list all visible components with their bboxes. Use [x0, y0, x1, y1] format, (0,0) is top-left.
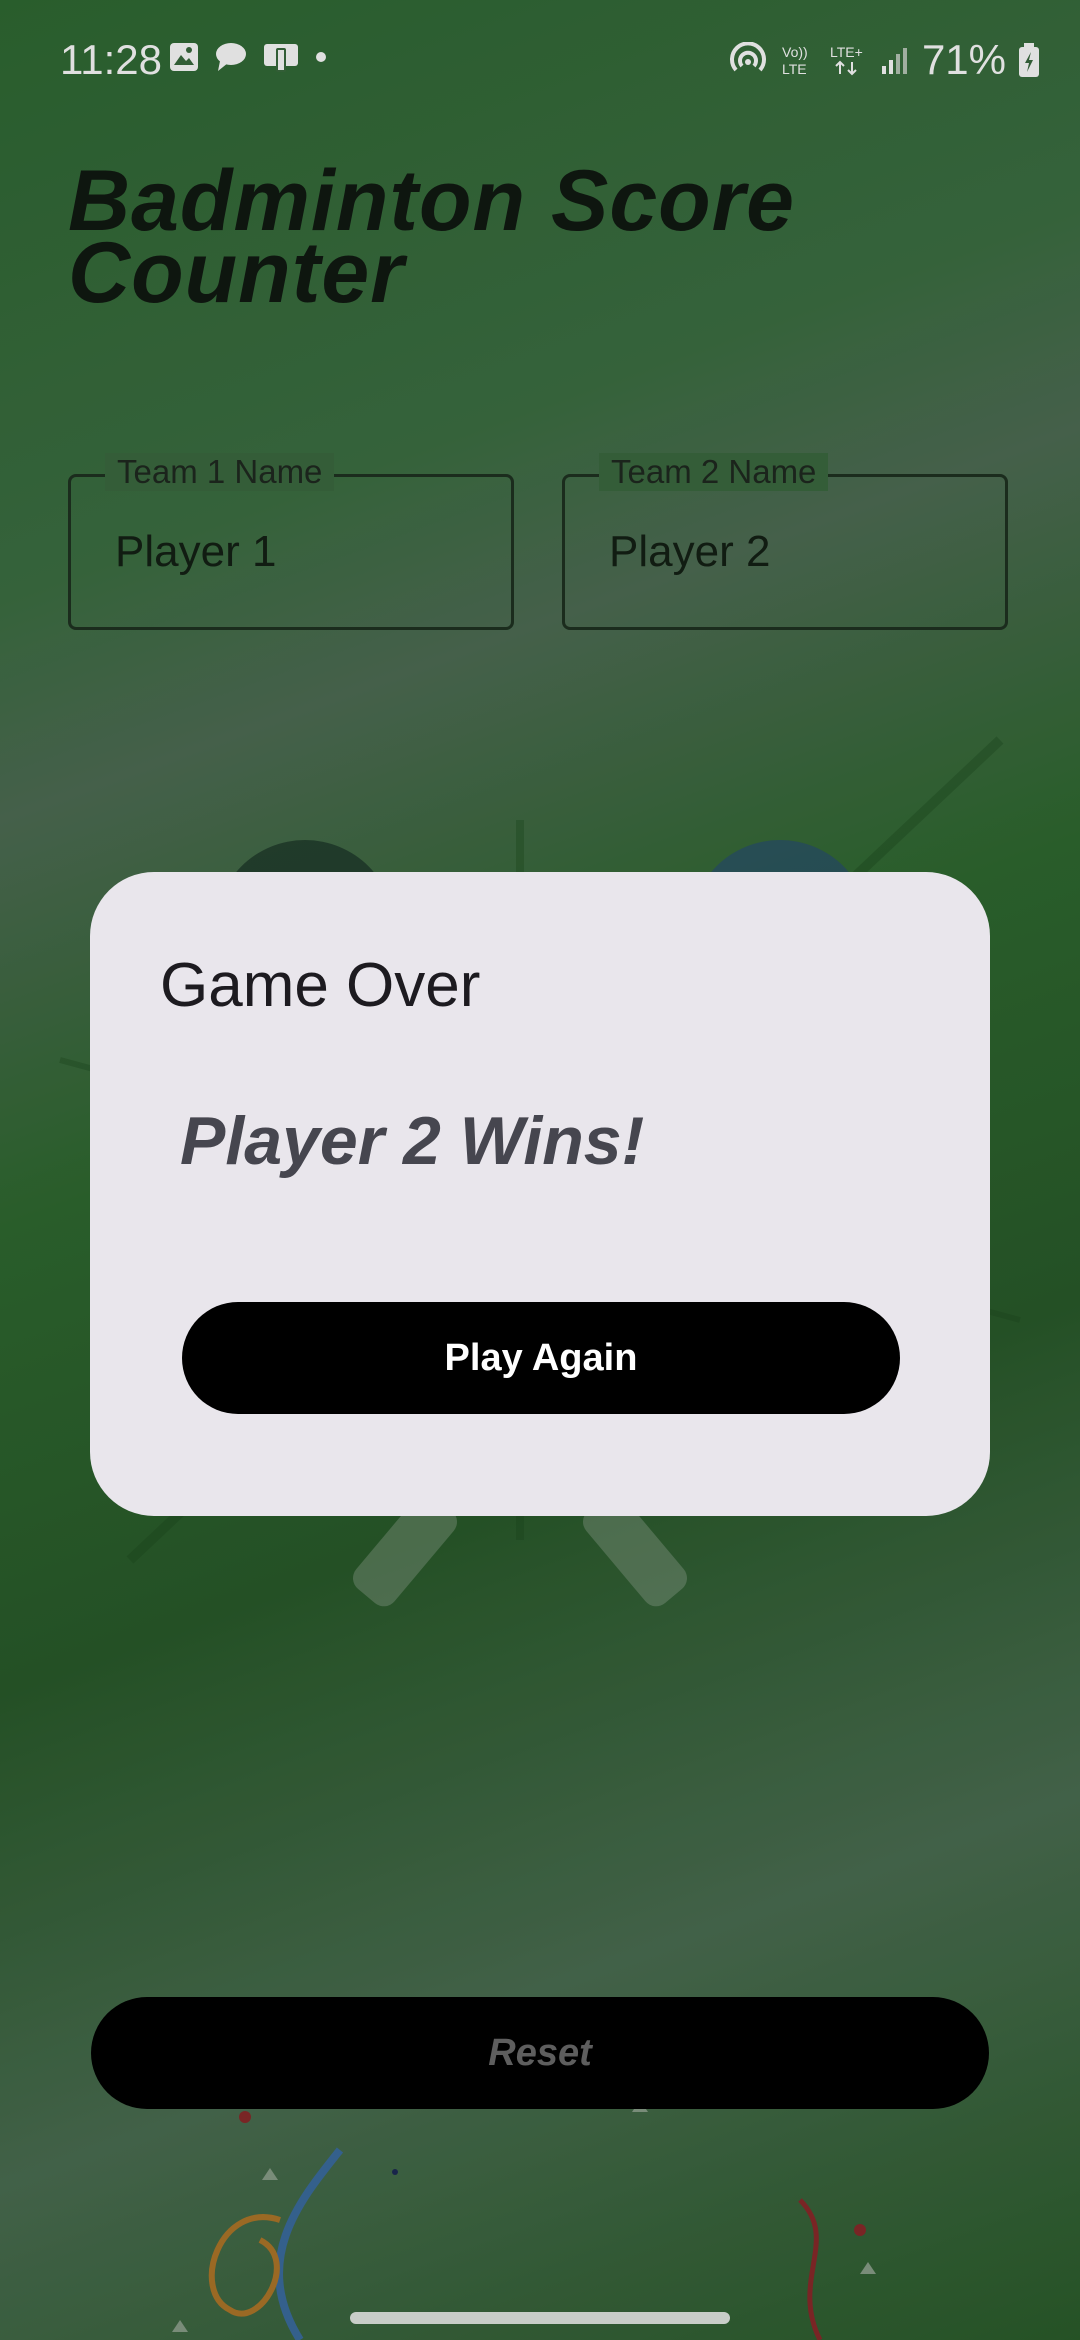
game-over-dialog: Game Over Player 2 Wins! Play Again — [90, 872, 990, 1516]
dialog-title: Game Over — [160, 951, 481, 1020]
play-again-button[interactable]: Play Again — [182, 1302, 900, 1414]
play-again-button-label: Play Again — [444, 1336, 638, 1379]
winner-message: Player 2 Wins! — [180, 1103, 645, 1179]
home-indicator[interactable] — [350, 2312, 730, 2324]
